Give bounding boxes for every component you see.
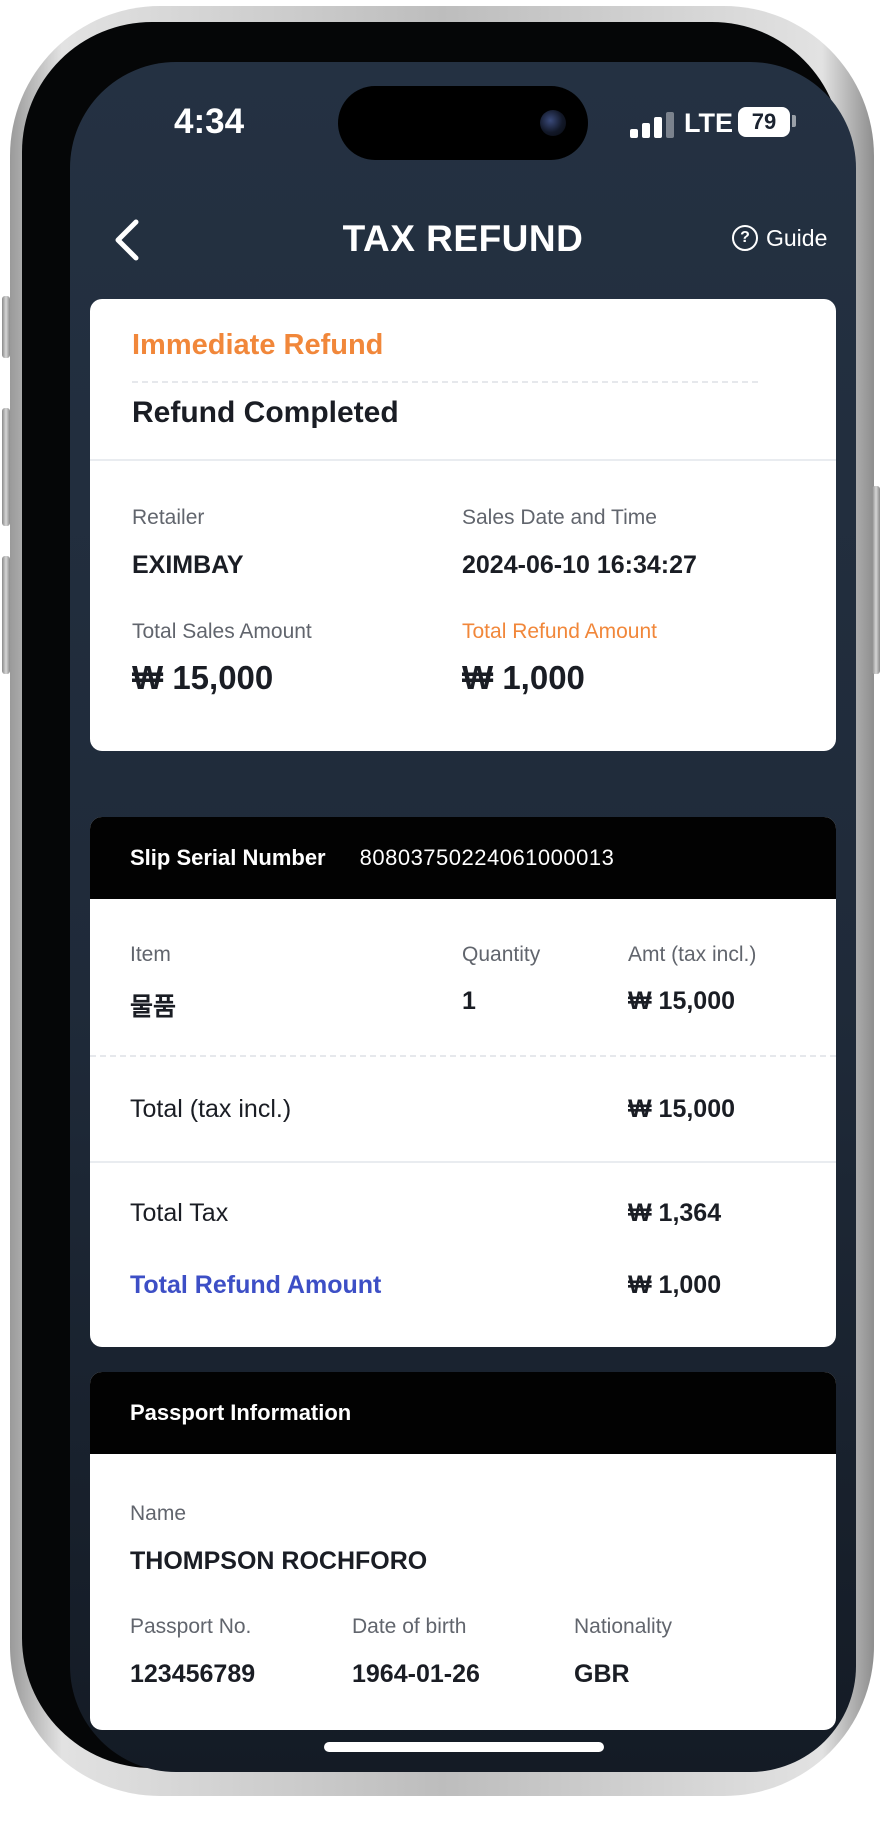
battery-icon: 79	[738, 107, 790, 137]
retailer-label: Retailer	[132, 506, 205, 529]
passport-header: Passport Information	[90, 1372, 836, 1454]
guide-button[interactable]: ? Guide	[732, 220, 827, 256]
total-sales-value: ₩ 15,000	[132, 659, 274, 696]
camera-icon	[540, 110, 566, 136]
total-incl-label: Total (tax incl.)	[130, 1095, 292, 1123]
nationality-value: GBR	[574, 1660, 630, 1688]
name-label: Name	[130, 1502, 187, 1525]
refund-summary-card: Immediate Refund Refund Completed Retail…	[90, 299, 836, 751]
sales-date-label: Sales Date and Time	[462, 506, 657, 529]
slip-serial-header: Slip Serial Number 80803750224061000013	[90, 817, 836, 899]
total-sales-label: Total Sales Amount	[132, 620, 312, 643]
item-header: Item	[130, 943, 171, 966]
sales-date-value: 2024-06-10 16:34:27	[462, 551, 697, 579]
total-refund-label: Total Refund Amount	[462, 620, 657, 643]
phone-bezel: 4:34 LTE 79 TAX REFUND ? Guide Immediate…	[22, 22, 856, 1772]
dob-label: Date of birth	[352, 1615, 467, 1638]
item-amount: ₩ 15,000	[628, 987, 736, 1015]
refund-status-header: Immediate Refund Refund Completed	[90, 299, 836, 461]
guide-label: Guide	[766, 224, 828, 251]
item-quantity: 1	[462, 987, 476, 1015]
network-type: LTE	[684, 108, 733, 138]
slip-refund-label: Total Refund Amount	[130, 1271, 382, 1299]
slip-details-card: Slip Serial Number 80803750224061000013 …	[90, 817, 836, 1347]
status-time: 4:34	[174, 102, 245, 141]
total-incl-row: Total (tax incl.) ₩ 15,000	[90, 1057, 836, 1163]
home-indicator[interactable]	[324, 1742, 604, 1752]
power-button	[872, 486, 880, 674]
slip-serial-value: 80803750224061000013	[359, 845, 615, 870]
item-name: 물품	[130, 992, 177, 1021]
dashed-divider	[132, 381, 758, 383]
nationality-label: Nationality	[574, 1615, 673, 1638]
total-tax-label: Total Tax	[130, 1199, 229, 1227]
amount-header: Amt (tax incl.)	[628, 943, 757, 966]
slip-serial-label: Slip Serial Number	[130, 845, 326, 870]
passport-header-label: Passport Information	[130, 1400, 352, 1425]
refund-type: Immediate Refund	[132, 329, 384, 361]
retailer-value: EXIMBAY	[132, 551, 244, 579]
action-button	[2, 296, 10, 358]
question-circle-icon: ?	[732, 225, 758, 251]
name-value: THOMPSON ROCHFORO	[130, 1547, 428, 1575]
total-refund-value: ₩ 1,000	[462, 659, 585, 696]
total-incl-value: ₩ 15,000	[628, 1095, 736, 1123]
tax-summary: Total Tax ₩ 1,364 Total Refund Amount ₩ …	[90, 1163, 836, 1347]
passport-no-label: Passport No.	[130, 1615, 252, 1638]
app-screen: 4:34 LTE 79 TAX REFUND ? Guide Immediate…	[70, 62, 856, 1772]
volume-down-button	[2, 556, 10, 674]
dynamic-island	[338, 86, 588, 160]
battery-tip	[792, 115, 796, 127]
total-tax-value: ₩ 1,364	[628, 1199, 722, 1227]
passport-card: Passport Information Name THOMPSON ROCHF…	[90, 1372, 836, 1730]
volume-up-button	[2, 408, 10, 526]
item-row: Item Quantity Amt (tax incl.) 물품 1 ₩ 15,…	[90, 899, 836, 1057]
dob-value: 1964-01-26	[352, 1660, 480, 1688]
quantity-header: Quantity	[462, 943, 541, 966]
passport-no-value: 123456789	[130, 1660, 256, 1688]
slip-refund-value: ₩ 1,000	[628, 1271, 722, 1299]
signal-icon	[630, 112, 674, 138]
refund-status: Refund Completed	[132, 396, 399, 429]
